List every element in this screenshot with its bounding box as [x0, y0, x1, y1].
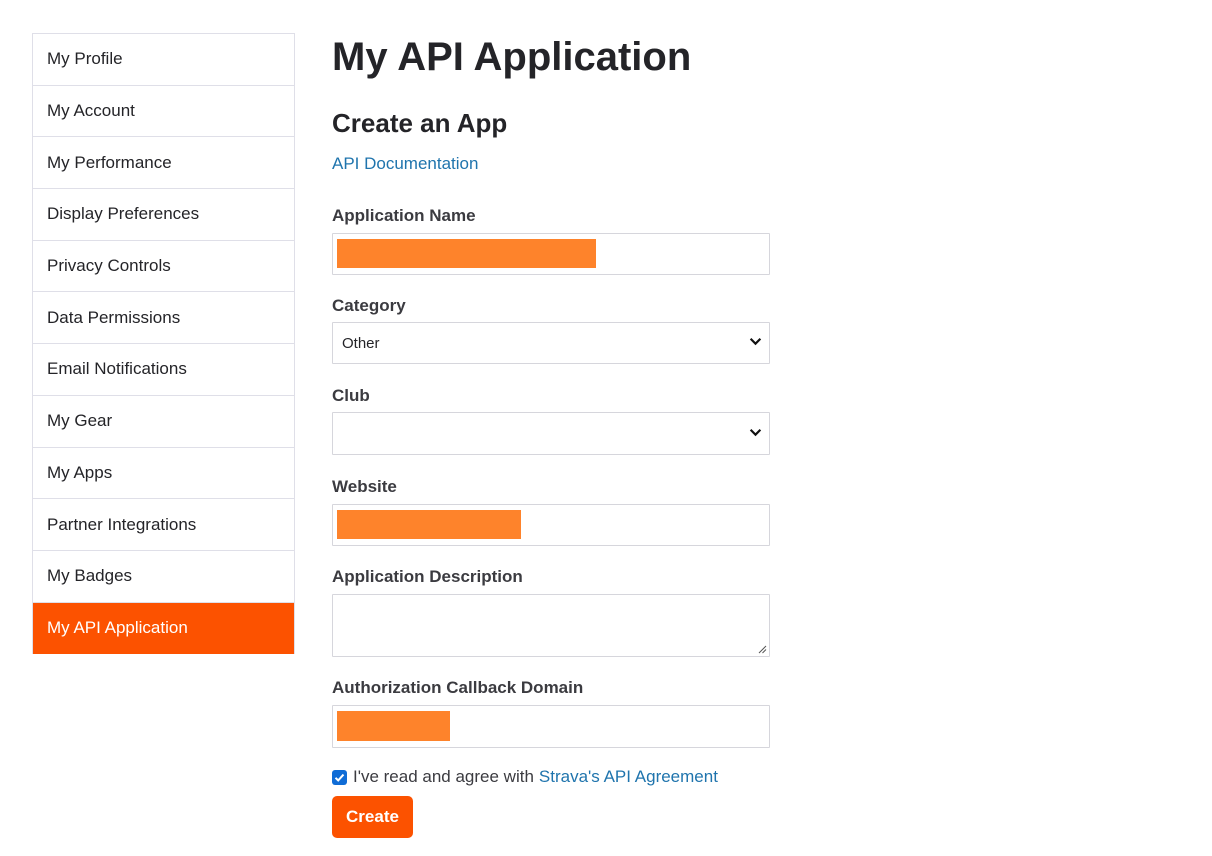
category-label: Category — [332, 296, 406, 315]
redacted-value — [337, 711, 450, 741]
api-documentation-link[interactable]: API Documentation — [332, 154, 478, 174]
sidebar-item-my-badges[interactable]: My Badges — [33, 551, 294, 603]
category-select[interactable]: Other — [332, 322, 770, 364]
application-description-textarea[interactable] — [332, 594, 770, 657]
sidebar-item-partner-integrations[interactable]: Partner Integrations — [33, 499, 294, 551]
callback-domain-input[interactable] — [332, 705, 770, 748]
sidebar-item-privacy-controls[interactable]: Privacy Controls — [33, 241, 294, 293]
create-button[interactable]: Create — [332, 796, 413, 838]
page-title: My API Application — [332, 35, 692, 79]
sidebar-item-my-account[interactable]: My Account — [33, 86, 294, 138]
chevron-down-icon — [749, 428, 762, 436]
club-label: Club — [332, 386, 370, 405]
sidebar-item-display-preferences[interactable]: Display Preferences — [33, 189, 294, 241]
category-selected-value: Other — [342, 334, 380, 352]
section-title: Create an App — [332, 108, 508, 138]
application-name-input[interactable] — [332, 233, 770, 275]
application-description-label: Application Description — [332, 567, 523, 586]
sidebar-item-my-gear[interactable]: My Gear — [33, 396, 294, 448]
redacted-value — [337, 510, 521, 539]
sidebar-item-my-performance[interactable]: My Performance — [33, 137, 294, 190]
website-label: Website — [332, 477, 397, 496]
agreement-text: I've read and agree with — [353, 767, 534, 786]
agreement-row: I've read and agree with Strava's API Ag… — [332, 767, 718, 787]
application-name-label: Application Name — [332, 206, 476, 225]
club-select[interactable] — [332, 412, 770, 455]
redacted-value — [337, 239, 596, 268]
sidebar-item-my-apps[interactable]: My Apps — [33, 448, 294, 500]
api-agreement-link[interactable]: Strava's API Agreement — [539, 767, 718, 787]
sidebar-item-my-api-application[interactable]: My API Application — [33, 602, 294, 655]
chevron-down-icon — [749, 338, 762, 346]
settings-sidebar: My Profile My Account My Performance Dis… — [32, 33, 295, 655]
checkmark-icon — [334, 773, 345, 782]
sidebar-item-my-profile[interactable]: My Profile — [33, 34, 294, 86]
sidebar-item-data-permissions[interactable]: Data Permissions — [33, 292, 294, 345]
agreement-checkbox[interactable] — [332, 769, 347, 785]
callback-domain-label: Authorization Callback Domain — [332, 678, 584, 697]
sidebar-item-email-notifications[interactable]: Email Notifications — [33, 344, 294, 396]
website-input[interactable] — [332, 504, 770, 546]
resize-grip-icon[interactable] — [757, 644, 767, 654]
